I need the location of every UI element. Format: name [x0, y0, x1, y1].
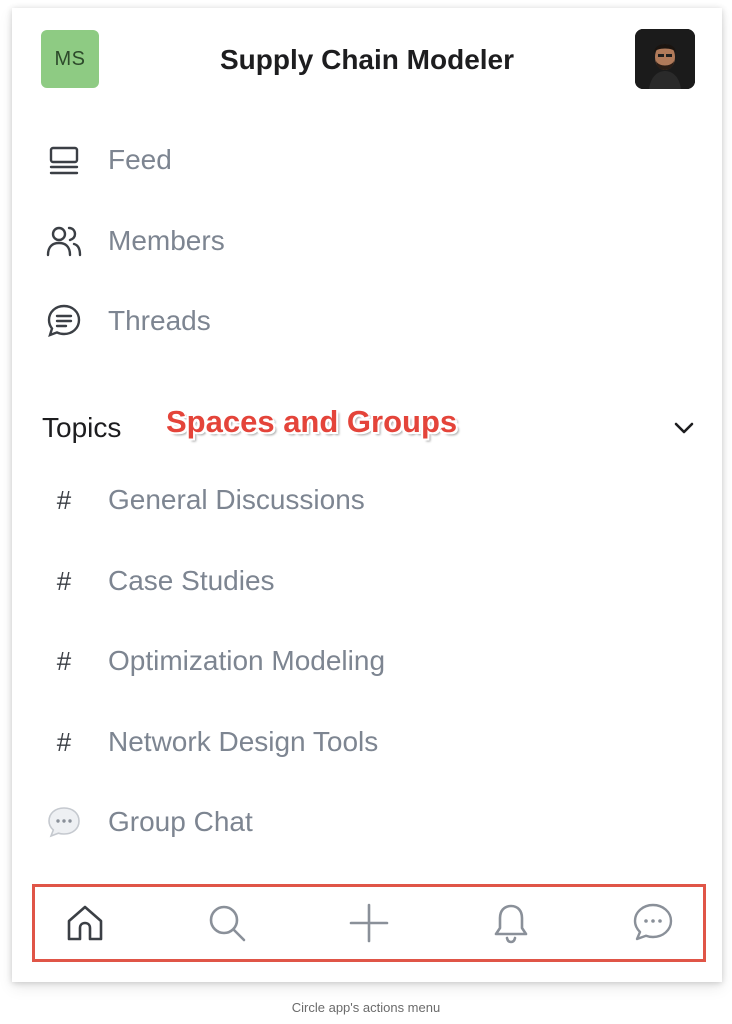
chat-bubble-icon: [42, 800, 86, 844]
members-icon: [42, 219, 86, 263]
nav-item-label: Feed: [108, 144, 172, 175]
topic-item-network-design-tools[interactable]: # Network Design Tools: [42, 717, 379, 767]
topic-item-label: Case Studies: [108, 565, 275, 596]
nav-item-label: Members: [108, 225, 225, 256]
topic-item-label: Optimization Modeling: [108, 645, 386, 676]
hash-icon: #: [56, 565, 72, 596]
search-icon[interactable]: [201, 897, 253, 949]
topic-item-optimization-modeling[interactable]: # Optimization Modeling: [42, 636, 385, 686]
header: MS Supply Chain Modeler: [12, 8, 722, 116]
nav-item-label: Threads: [108, 305, 211, 336]
topic-item-label: General Discussions: [108, 484, 365, 515]
topic-item-group-chat[interactable]: Group Chat: [42, 797, 253, 847]
topic-item-general-discussions[interactable]: # General Discussions: [42, 475, 365, 525]
bell-icon[interactable]: [485, 897, 537, 949]
chevron-down-icon[interactable]: [670, 414, 698, 447]
annotation-label: Spaces and Groups: [166, 404, 458, 439]
home-icon[interactable]: [59, 897, 111, 949]
image-caption: Circle app's actions menu: [291, 1000, 441, 1015]
nav-item-feed[interactable]: Feed: [42, 135, 172, 185]
nav-item-members[interactable]: Members: [42, 216, 225, 266]
hash-icon: #: [56, 645, 72, 676]
topic-item-label: Group Chat: [108, 806, 253, 837]
threads-icon: [42, 299, 86, 343]
plus-icon[interactable]: [343, 897, 395, 949]
app-panel: MS Supply Chain Modeler Feed Members Thr…: [12, 8, 722, 982]
topics-label: Topics: [42, 412, 122, 443]
topic-item-label: Network Design Tools: [108, 726, 379, 757]
avatar[interactable]: [635, 29, 695, 89]
topics-section-header[interactable]: Topics Spaces and Groups: [42, 404, 702, 454]
topic-item-case-studies[interactable]: # Case Studies: [42, 556, 275, 606]
chat-icon[interactable]: [627, 897, 679, 949]
bottom-actions-bar: [32, 884, 706, 962]
feed-icon: [42, 138, 86, 182]
hash-icon: #: [56, 726, 72, 757]
hash-icon: #: [56, 484, 72, 515]
nav-item-threads[interactable]: Threads: [42, 296, 211, 346]
page-title: Supply Chain Modeler: [219, 44, 515, 75]
